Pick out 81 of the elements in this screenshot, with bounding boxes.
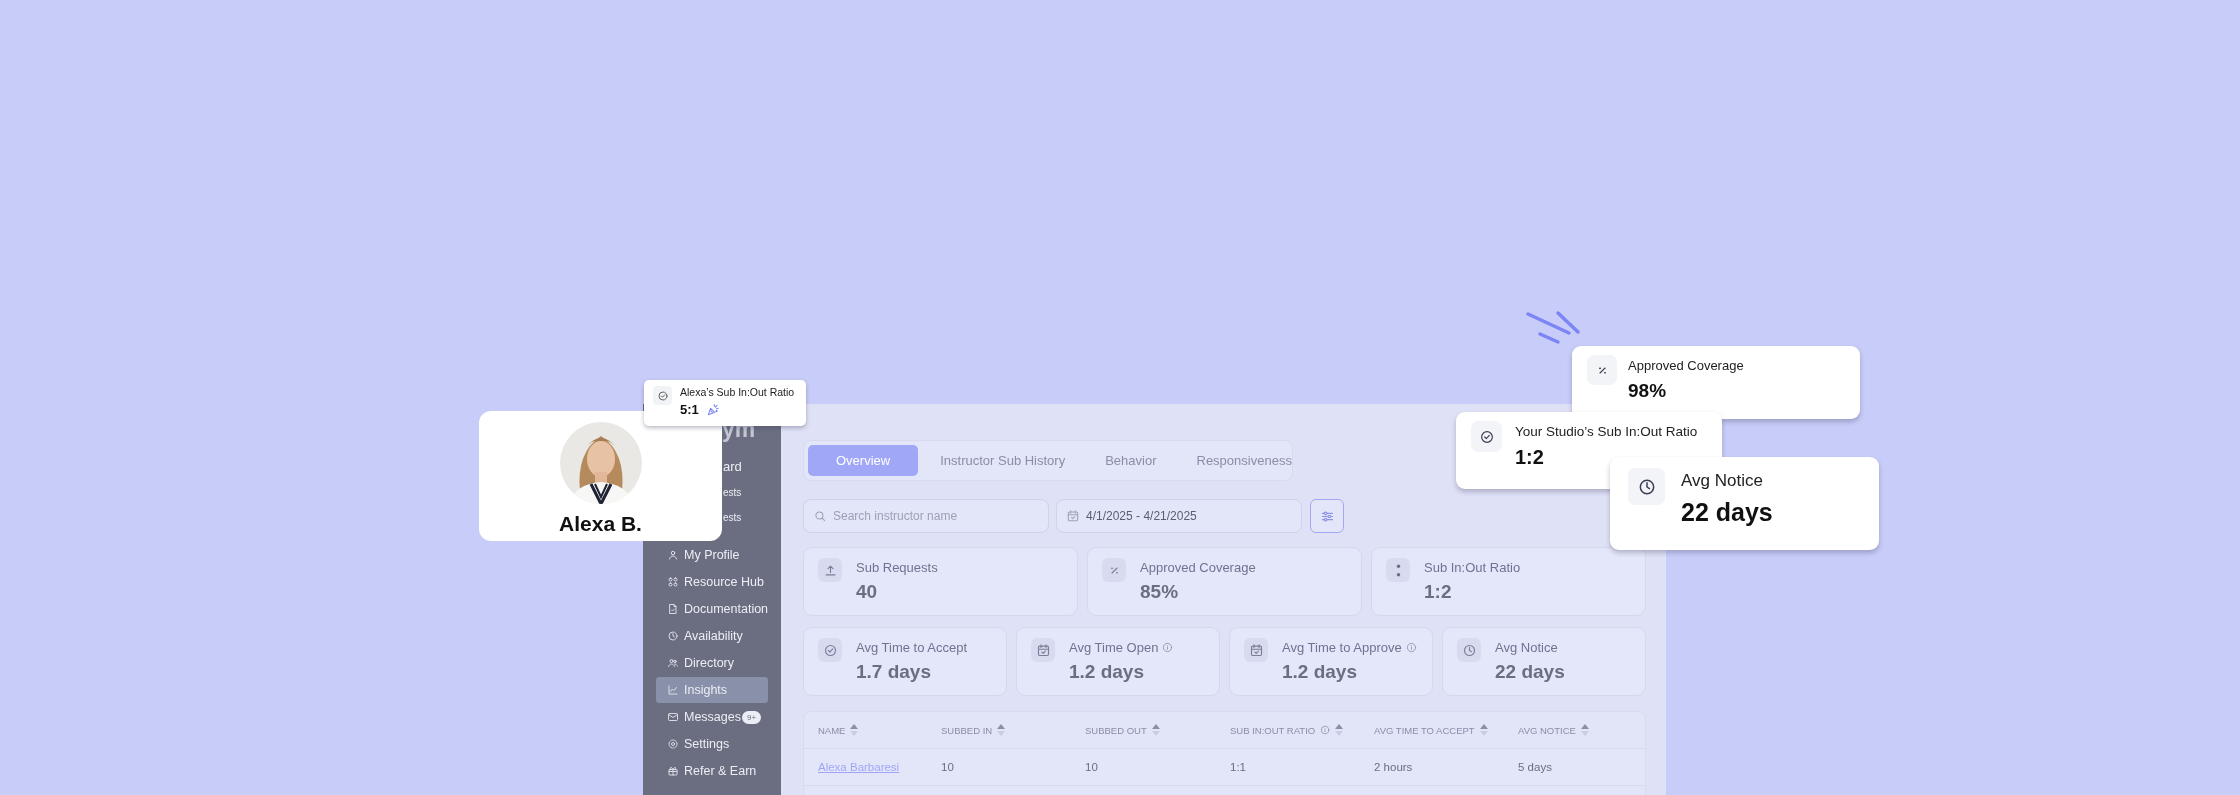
stat-title: Avg Notice	[1495, 640, 1558, 655]
stat-value: 85%	[1140, 581, 1180, 603]
tooltip-title: Alexa’s Sub In:Out Ratio	[680, 386, 795, 398]
card-value: 98%	[1628, 380, 1668, 402]
document-icon	[667, 603, 679, 615]
info-icon	[1162, 642, 1174, 653]
sort-icon[interactable]	[850, 724, 859, 736]
nav-item[interactable]: ests	[723, 509, 746, 525]
column-header: SUBBED IN	[941, 724, 993, 736]
stat-title: Avg Time Open	[1069, 640, 1159, 655]
check-circle-icon	[1478, 428, 1495, 445]
gift-icon	[667, 765, 679, 777]
column-header: SUBBED OUT	[1085, 724, 1147, 736]
stat-title: Approved Coverage	[1140, 560, 1256, 575]
calendar-icon	[1066, 509, 1080, 523]
stat-value: 22 days	[1495, 661, 1565, 683]
tab[interactable]: Overview	[808, 445, 919, 476]
card-title: Avg Notice	[1681, 471, 1764, 491]
stat-title: Sub Requests	[856, 560, 938, 575]
column-header: NAME	[818, 724, 846, 736]
column-header: AVG TIME TO ACCEPT	[1374, 724, 1475, 736]
check-circle-icon	[822, 642, 838, 658]
nav-item[interactable]: Insights	[656, 677, 768, 703]
count-badge: 9+	[742, 710, 762, 724]
table-cell: 2 hours	[1374, 761, 1413, 773]
table-cell: 5 days	[1518, 761, 1552, 773]
sort-icon[interactable]	[1151, 724, 1160, 736]
stat-value: 1:2	[1424, 581, 1453, 603]
sort-icon[interactable]	[1580, 724, 1589, 736]
tab[interactable]: Instructor Sub History	[922, 445, 1084, 476]
person-icon	[667, 549, 679, 561]
nav-item[interactable]: Messages 9+	[656, 704, 768, 730]
search-field[interactable]: Search instructor name	[803, 499, 1049, 533]
calendar-icon	[1248, 642, 1264, 658]
column-header: AVG NOTICE	[1518, 724, 1576, 736]
party-popper-icon	[705, 402, 720, 417]
stat-title: Avg Time to Accept	[856, 640, 968, 655]
nav-item[interactable]: Refer & Earn	[656, 758, 768, 784]
stat-value: 1.2 days	[1069, 661, 1145, 683]
stat-value: 1.7 days	[856, 661, 932, 683]
column-header: SUB IN:OUT RATIO	[1230, 724, 1316, 736]
date-range-field[interactable]: 4/1/2025 - 4/21/2025	[1056, 499, 1302, 533]
nav-item[interactable]: Directory	[656, 650, 768, 676]
info-icon	[1405, 642, 1417, 653]
filter-button[interactable]	[1310, 499, 1344, 533]
card-title: Your Studio’s Sub In:Out Ratio	[1515, 424, 1698, 439]
table-cell: 10	[1085, 761, 1098, 773]
nav-item[interactable]: ests	[723, 485, 746, 501]
tab[interactable]: Behavior	[1087, 445, 1175, 476]
sort-icon[interactable]	[1335, 724, 1344, 736]
profile-name: Alexa B.	[559, 512, 642, 536]
nav-item[interactable]: ard	[723, 456, 746, 476]
nav-item[interactable]: My Profile	[656, 542, 768, 568]
table-cell: 10	[941, 761, 954, 773]
info-icon	[1320, 725, 1331, 735]
calendar-icon	[1035, 642, 1051, 658]
card-value: 1:2	[1515, 446, 1545, 469]
sort-icon[interactable]	[997, 724, 1006, 736]
chart-icon	[667, 684, 679, 696]
stat-title: Avg Time to Approve	[1282, 640, 1402, 655]
clock-icon	[1461, 642, 1477, 658]
stat-value: 40	[856, 581, 879, 603]
tab[interactable]: Responsiveness	[1178, 445, 1310, 476]
clock-icon	[667, 630, 679, 642]
nav-item[interactable]: Settings	[656, 731, 768, 757]
check-circle-icon	[656, 389, 669, 402]
search-icon	[813, 509, 827, 523]
sort-icon[interactable]	[1479, 724, 1488, 736]
nav-item[interactable]: Resource Hub	[656, 569, 768, 595]
envelope-icon	[667, 711, 679, 723]
stat-value: 1.2 days	[1282, 661, 1358, 683]
ratio-value: 5:1	[680, 402, 699, 417]
settings-icon	[667, 738, 679, 750]
people-icon	[667, 657, 679, 669]
nav-item[interactable]: Availability	[656, 623, 768, 649]
table-cell: 1:1	[1230, 761, 1246, 773]
grid-icon	[667, 576, 679, 588]
stat-title: Sub In:Out Ratio	[1424, 560, 1521, 575]
card-value: 22 days	[1681, 498, 1773, 527]
card-title: Approved Coverage	[1628, 358, 1744, 373]
nav-item[interactable]: Documentation	[656, 596, 768, 622]
